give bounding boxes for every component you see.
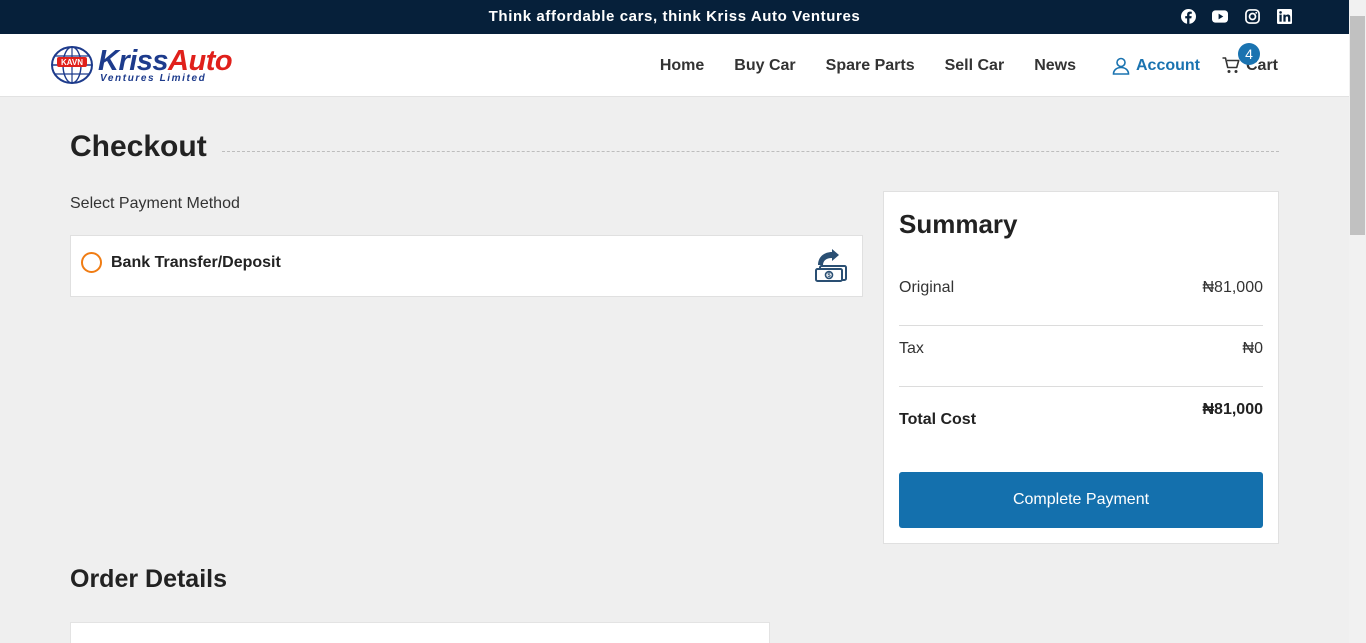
main-nav: Home Buy Car Spare Parts Sell Car News A… (630, 34, 1278, 97)
tax-label: Tax (899, 340, 924, 357)
order-details-card (70, 622, 770, 643)
page-title: Checkout (70, 130, 207, 163)
kriss-auto-logo[interactable]: KAVN KrissAuto Ventures Limited (50, 44, 233, 85)
site-header: KAVN KrissAuto Ventures Limited Home Buy… (0, 34, 1349, 97)
nav-sell-car[interactable]: Sell Car (945, 57, 1005, 75)
nav-account-label: Account (1135, 56, 1200, 74)
original-value: ₦81,000 (1202, 279, 1264, 296)
summary-divider (899, 386, 1263, 387)
payment-radio[interactable] (81, 252, 102, 273)
linkedin-icon[interactable] (1276, 8, 1292, 24)
svg-text:KAVN: KAVN (61, 58, 83, 67)
order-details-title: Order Details (70, 565, 228, 593)
nav-account[interactable]: Account (1112, 57, 1200, 75)
page-scrollbar[interactable] (1349, 0, 1366, 643)
top-announcement-bar: Think affordable cars, think Kriss Auto … (0, 0, 1349, 34)
cart-icon (1222, 57, 1240, 73)
scrollbar-thumb[interactable] (1350, 16, 1365, 235)
nav-cart[interactable]: Cart 4 (1222, 42, 1278, 75)
payment-method-label: Select Payment Method (70, 195, 240, 212)
payment-option-bank-transfer[interactable]: Bank Transfer/Deposit $ (70, 235, 863, 297)
summary-row-total: Total Cost ₦81,000 (899, 401, 1263, 431)
summary-divider (899, 325, 1263, 326)
youtube-icon[interactable] (1212, 8, 1228, 24)
globe-emblem-icon: KAVN (51, 46, 93, 84)
instagram-icon[interactable] (1244, 8, 1260, 24)
cart-count-badge: 4 (1237, 42, 1260, 65)
total-label: Total Cost (899, 411, 977, 428)
complete-payment-button[interactable]: Complete Payment (899, 472, 1263, 528)
tagline: Think affordable cars, think Kriss Auto … (488, 8, 861, 25)
facebook-icon[interactable] (1180, 8, 1196, 24)
tax-value: ₦0 (1242, 340, 1263, 357)
nav-buy-car[interactable]: Buy Car (734, 57, 795, 75)
payment-option-label: Bank Transfer/Deposit (111, 254, 281, 271)
summary-title: Summary (899, 209, 1018, 239)
nav-news[interactable]: News (1034, 57, 1076, 75)
nav-home[interactable]: Home (660, 57, 704, 75)
summary-card: Summary Original ₦81,000 Tax ₦0 Total Co… (883, 191, 1279, 544)
user-icon (1112, 57, 1130, 75)
summary-row-tax: Tax ₦0 (899, 340, 1263, 358)
summary-row-original: Original ₦81,000 (899, 279, 1263, 297)
total-value: ₦81,000 (1202, 401, 1264, 418)
title-divider (222, 151, 1279, 152)
cash-transfer-icon: $ (814, 249, 848, 288)
brand-name: KrissAuto (98, 44, 233, 77)
nav-spare-parts[interactable]: Spare Parts (826, 57, 915, 75)
social-links (1180, 8, 1292, 24)
original-label: Original (899, 279, 955, 296)
